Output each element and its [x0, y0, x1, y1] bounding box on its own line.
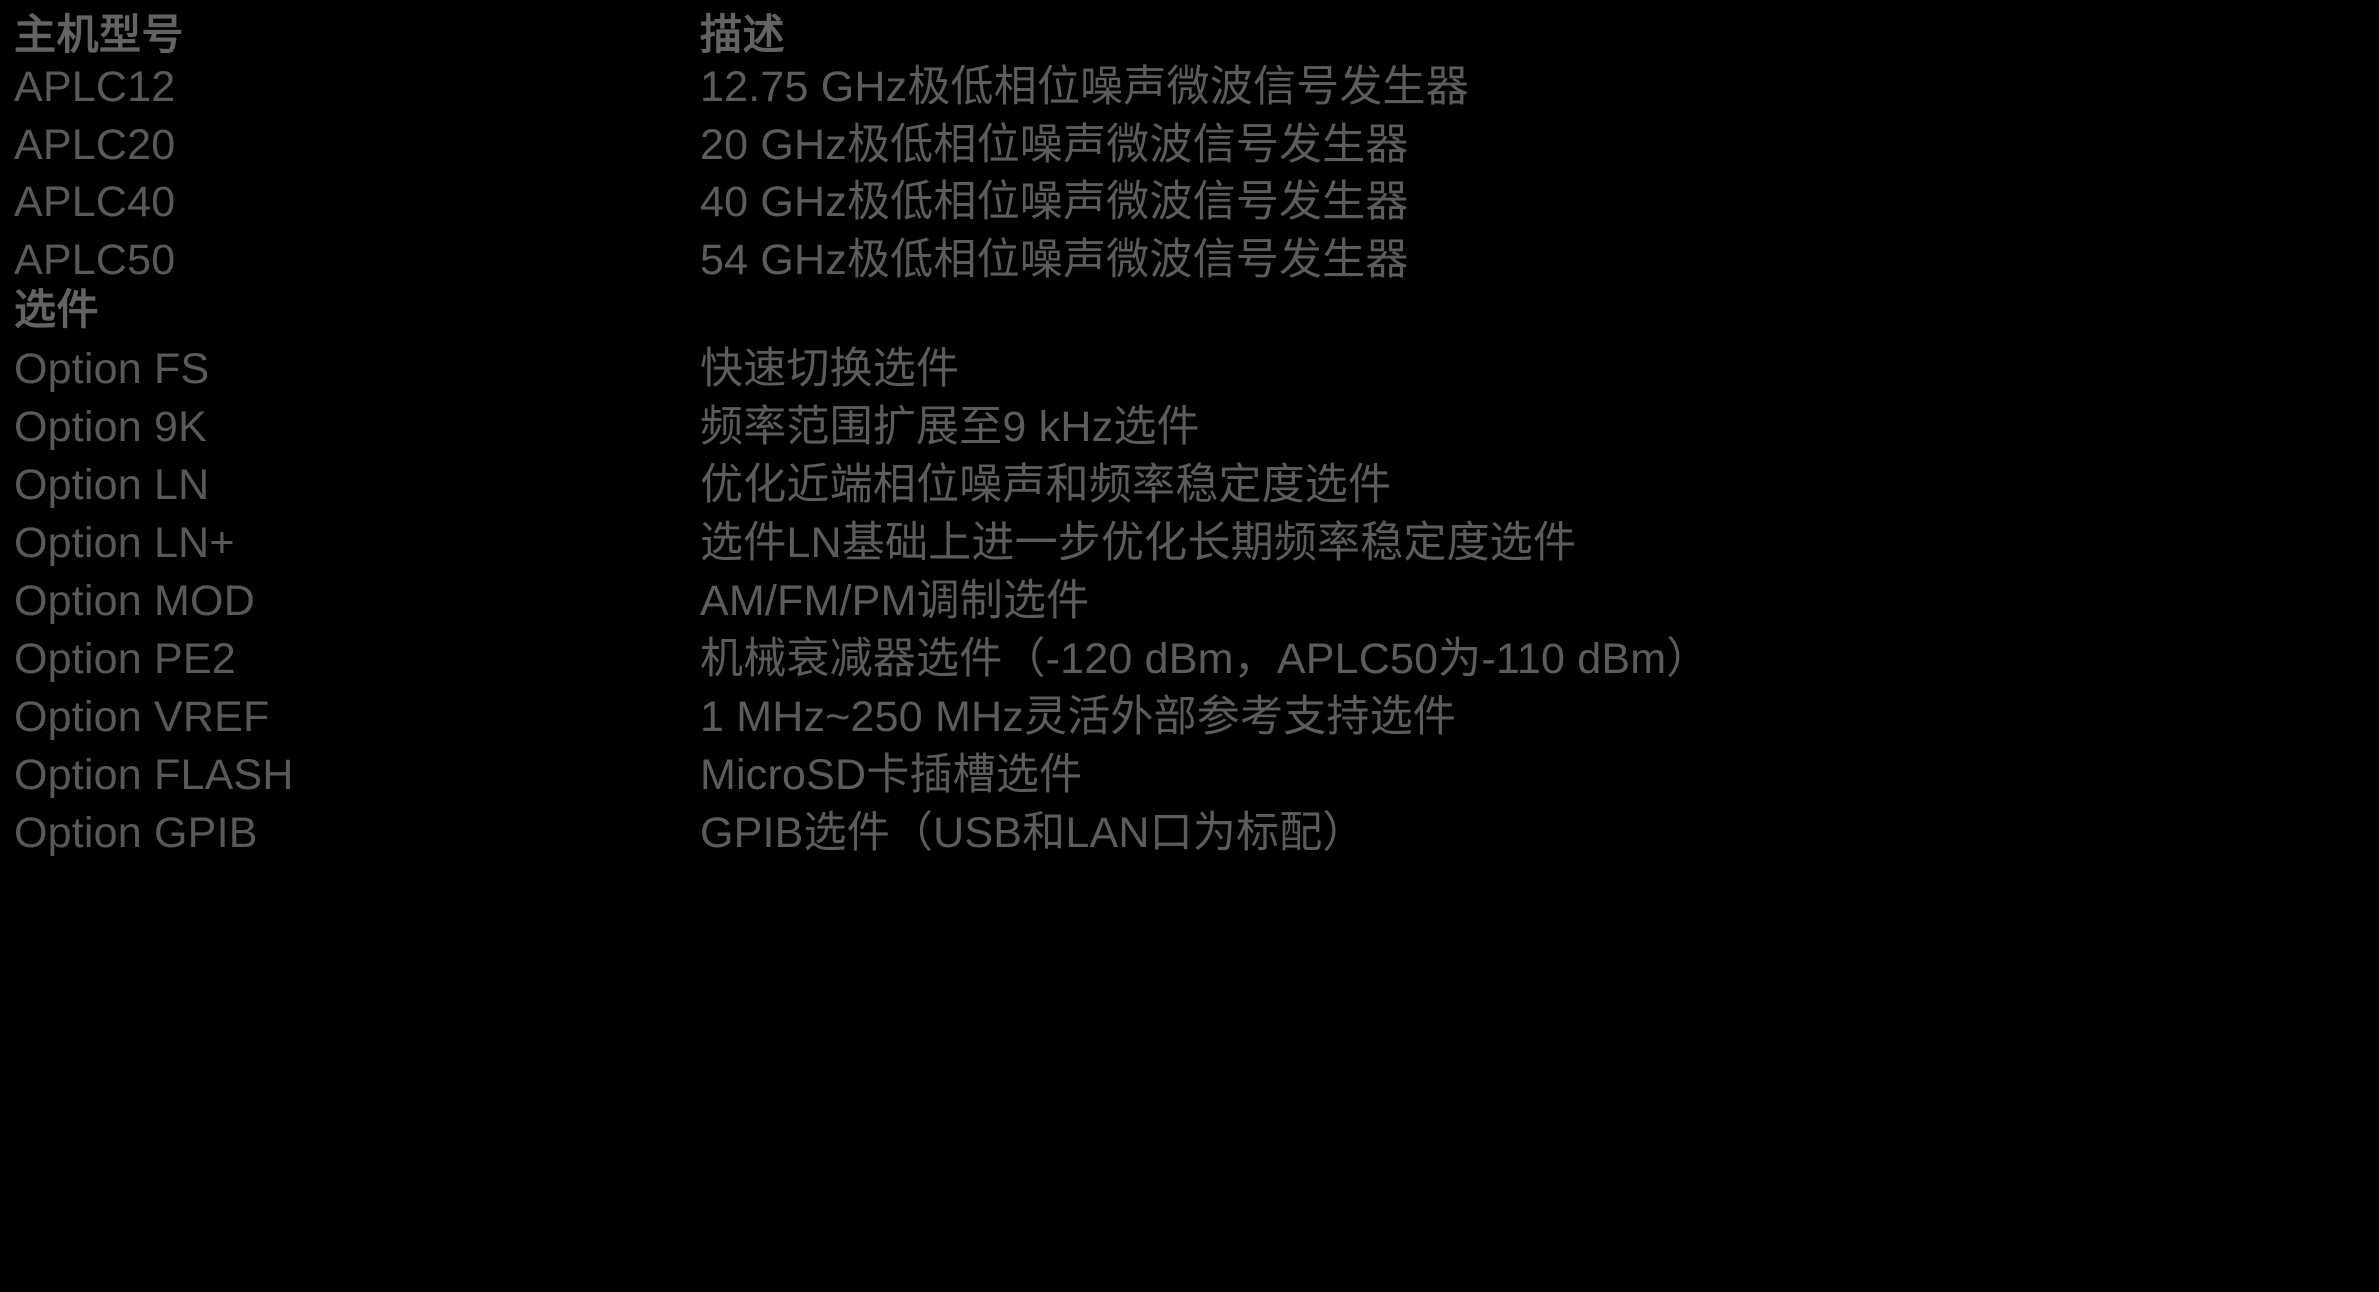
- model-description: 20 GHz极低相位噪声微波信号发生器: [700, 121, 1409, 169]
- model-name: APLC50: [14, 236, 176, 284]
- option-description: MicroSD卡插槽选件: [700, 751, 1083, 799]
- option-description: 选件LN基础上进一步优化长期频率稳定度选件: [700, 519, 1577, 567]
- option-description: 机械衰减器选件（-120 dBm，APLC50为-110 dBm）: [700, 635, 1710, 683]
- model-name: APLC20: [14, 121, 176, 169]
- option-name: Option 9K: [14, 403, 208, 451]
- option-name: Option MOD: [14, 577, 255, 625]
- model-description: 40 GHz极低相位噪声微波信号发生器: [700, 178, 1409, 226]
- option-name: Option LN: [14, 461, 210, 509]
- option-name: Option VREF: [14, 693, 270, 741]
- option-name: Option PE2: [14, 635, 236, 683]
- option-description: 频率范围扩展至9 kHz选件: [700, 403, 1200, 451]
- model-name: APLC12: [14, 63, 176, 111]
- model-name: APLC40: [14, 178, 176, 226]
- option-description: 快速切换选件: [700, 345, 960, 393]
- option-name: Option GPIB: [14, 809, 258, 857]
- option-description: GPIB选件（USB和LAN口为标配）: [700, 809, 1366, 857]
- option-description: AM/FM/PM调制选件: [700, 577, 1090, 625]
- option-name: Option FS: [14, 345, 210, 393]
- section-header-options: 选件: [14, 286, 100, 333]
- model-description: 54 GHz极低相位噪声微波信号发生器: [700, 236, 1409, 284]
- column-header-model: 主机型号: [14, 11, 185, 58]
- option-name: Option LN+: [14, 519, 235, 567]
- option-name: Option FLASH: [14, 751, 294, 799]
- specification-table: 主机型号 描述 APLC12 12.75 GHz极低相位噪声微波信号发生器 AP…: [0, 0, 2379, 1292]
- column-header-description: 描述: [700, 11, 786, 58]
- option-description: 优化近端相位噪声和频率稳定度选件: [700, 461, 1392, 509]
- option-description: 1 MHz~250 MHz灵活外部参考支持选件: [700, 693, 1457, 741]
- model-description: 12.75 GHz极低相位噪声微波信号发生器: [700, 63, 1469, 111]
